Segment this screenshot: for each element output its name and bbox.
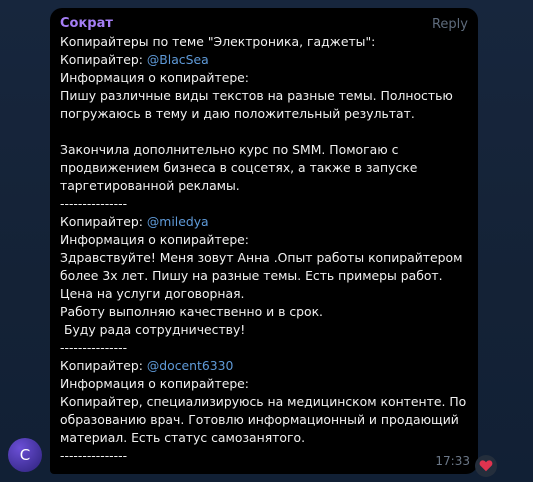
line-text: Копирайтер: <box>60 358 147 373</box>
line-text: Пишу различные виды текстов на разные те… <box>60 88 453 103</box>
line-text: продвижением бизнеса в соцсетях, а также… <box>60 160 418 175</box>
line-text: Информация о копирайтере: <box>60 232 249 247</box>
reaction-badge[interactable] <box>475 455 497 477</box>
mention-link[interactable]: @miledya <box>147 214 209 229</box>
line-text: Буду рада сотрудничеству! <box>60 322 246 337</box>
message-line: --------------- <box>60 195 470 213</box>
message-text: Копирайтеры по теме "Электроника, гаджет… <box>60 33 470 465</box>
message-line <box>60 123 470 141</box>
message-line: погружаюсь в тему и даю положительный ре… <box>60 105 470 123</box>
line-text: Работу выполняю качественно и в срок. <box>60 304 323 319</box>
message-line: Информация о копирайтере: <box>60 69 470 87</box>
line-text: образованию врач. Готовлю информационный… <box>60 412 459 427</box>
message-line: Копирайтер: @miledya <box>60 213 470 231</box>
message-line: продвижением бизнеса в соцсетях, а также… <box>60 159 470 177</box>
message-line: --------------- <box>60 339 470 357</box>
message-line: таргетированной рекламы. <box>60 177 470 195</box>
message-line: Закончила дополнительно курс по SMM. Пом… <box>60 141 470 159</box>
sender-name[interactable]: Сократ <box>60 15 470 33</box>
message-bubble[interactable]: Сократ Reply Копирайтеры по теме "Электр… <box>50 8 478 474</box>
message-line: Работу выполняю качественно и в срок. <box>60 303 470 321</box>
message-line: Пишу различные виды текстов на разные те… <box>60 87 470 105</box>
reply-button[interactable]: Reply <box>432 16 468 34</box>
message-line: --------------- <box>60 447 470 465</box>
message-line: более 3х лет. Пишу на разные темы. Есть … <box>60 267 470 285</box>
line-text: Копирайтер: <box>60 214 147 229</box>
line-text: --------------- <box>60 448 128 463</box>
line-text: Информация о копирайтере: <box>60 70 249 85</box>
avatar-letter: C <box>19 446 31 464</box>
line-text: более 3х лет. Пишу на разные темы. Есть … <box>60 268 443 283</box>
line-text: Цена на услуги договорная. <box>60 286 245 301</box>
message-line: Копирайтер, специализируюсь на медицинск… <box>60 393 470 411</box>
line-text: Копирайтеры по теме "Электроника, гаджет… <box>60 34 376 49</box>
line-text: погружаюсь в тему и даю положительный ре… <box>60 106 415 121</box>
line-text: таргетированной рекламы. <box>60 178 240 193</box>
message-line: Информация о копирайтере: <box>60 231 470 249</box>
line-text: Здравствуйте! Меня зовут Анна .Опыт рабо… <box>60 250 463 265</box>
line-text: материал. Есть статус самозанятого. <box>60 430 306 445</box>
mention-link[interactable]: @docent6330 <box>147 358 234 373</box>
line-text: Копирайтер: <box>60 52 147 67</box>
message-line: Копирайтер: @docent6330 <box>60 357 470 375</box>
message-line: материал. Есть статус самозанятого. <box>60 429 470 447</box>
line-text: Закончила дополнительно курс по SMM. Пом… <box>60 142 399 157</box>
line-text: --------------- <box>60 340 128 355</box>
message-line: Здравствуйте! Меня зовут Анна .Опыт рабо… <box>60 249 470 267</box>
message-time: 17:33 <box>435 454 470 468</box>
heart-icon <box>479 457 493 476</box>
message-line: образованию врач. Готовлю информационный… <box>60 411 470 429</box>
message-line: Буду рада сотрудничеству! <box>60 321 470 339</box>
avatar[interactable]: C <box>8 438 42 472</box>
line-text: --------------- <box>60 196 128 211</box>
message-line: Цена на услуги договорная. <box>60 285 470 303</box>
mention-link[interactable]: @BlacSea <box>147 52 209 67</box>
message-line: Информация о копирайтере: <box>60 375 470 393</box>
line-text: Копирайтер, специализируюсь на медицинск… <box>60 394 467 409</box>
message-line: Копирайтер: @BlacSea <box>60 51 470 69</box>
line-text: Информация о копирайтере: <box>60 376 249 391</box>
message-line: Копирайтеры по теме "Электроника, гаджет… <box>60 33 470 51</box>
